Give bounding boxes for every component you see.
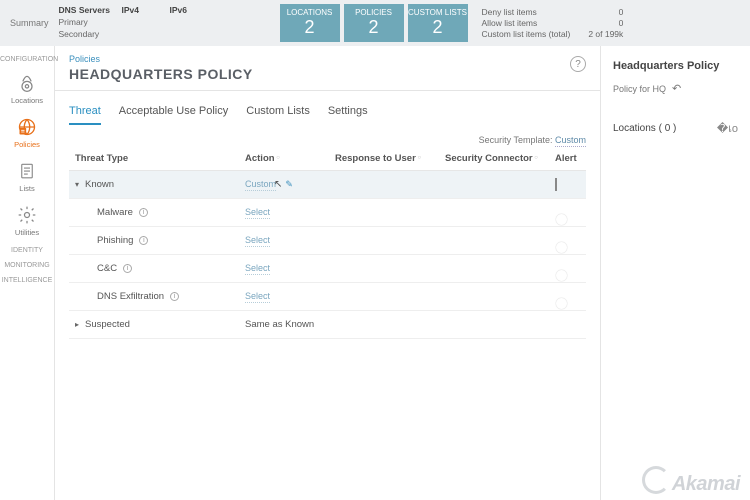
sidebar-section-intelligence: INTELLIGENCE <box>0 273 54 288</box>
deny-label: Deny list items <box>482 7 571 17</box>
metric-policies[interactable]: POLICIES 2 <box>344 4 404 42</box>
action-select[interactable]: Select <box>245 235 270 247</box>
help-icon[interactable]: ? <box>570 56 586 72</box>
metric-label: POLICIES <box>355 8 392 17</box>
metric-locations[interactable]: LOCATIONS 2 <box>280 4 340 42</box>
action-select[interactable]: Custom <box>245 179 276 191</box>
metric-value: 2 <box>433 17 443 38</box>
info-icon[interactable]: i <box>139 236 148 245</box>
col-action[interactable]: Action <box>245 153 335 164</box>
row-suspected[interactable]: ▸ Suspected Same as Known <box>69 311 586 339</box>
alert-checkbox[interactable] <box>555 178 557 191</box>
main: Policies HEADQUARTERS POLICY ? Threat Ac… <box>55 46 750 500</box>
gear-icon <box>17 205 37 225</box>
col-response[interactable]: Response to User <box>335 153 445 164</box>
page-title: HEADQUARTERS POLICY <box>69 66 586 82</box>
row-phishing: Phishing i Select <box>69 227 586 255</box>
metric-value: 2 <box>305 17 315 38</box>
ipv6-label: IPv6 <box>170 5 200 17</box>
rpanel-desc: Policy for HQ ↶ <box>613 82 738 95</box>
summary-bar: Summary DNS Servers IPv4 IPv6 Primary Se… <box>0 0 750 46</box>
primary-label: Primary <box>59 17 114 29</box>
action-select[interactable]: Select <box>245 263 270 275</box>
tab-threat[interactable]: Threat <box>69 105 101 125</box>
dns-servers-label: DNS Servers <box>59 5 114 17</box>
action-text: Same as Known <box>245 319 335 330</box>
link-icon[interactable]: �เo <box>717 119 738 137</box>
edit-icon[interactable]: ✎ <box>285 179 293 189</box>
table-header: Threat Type Action Response to User Secu… <box>69 145 586 171</box>
tab-custom-lists[interactable]: Custom Lists <box>246 105 310 125</box>
col-threat-type[interactable]: Threat Type <box>75 153 245 164</box>
ipv4-label: IPv4 <box>122 5 162 17</box>
brand-watermark: Akamai <box>642 466 740 496</box>
allow-value: 0 <box>588 18 623 28</box>
right-panel: Headquarters Policy Policy for HQ ↶ Loca… <box>600 46 750 500</box>
info-icon[interactable]: i <box>170 292 179 301</box>
row-label: Malware <box>97 207 133 218</box>
summary-label: Summary <box>10 18 49 28</box>
caret-right-icon[interactable]: ▸ <box>75 320 79 329</box>
lists-icon <box>17 161 37 181</box>
tab-settings[interactable]: Settings <box>328 105 368 125</box>
custom-value: 2 of 199k <box>588 29 623 39</box>
breadcrumb[interactable]: Policies <box>69 54 586 64</box>
row-label: Phishing <box>97 235 133 246</box>
row-cc: C&C i Select <box>69 255 586 283</box>
sidebar-item-label: Policies <box>14 140 40 149</box>
content: Policies HEADQUARTERS POLICY ? Threat Ac… <box>55 46 600 500</box>
sidebar: CONFIGURATION Locations Policies Lists U… <box>0 46 55 500</box>
row-label: Suspected <box>85 319 130 330</box>
col-connector[interactable]: Security Connector <box>445 153 555 164</box>
deny-value: 0 <box>588 7 623 17</box>
cursor-icon: ↖ <box>274 179 282 190</box>
sidebar-item-lists[interactable]: Lists <box>0 155 54 199</box>
sidebar-item-policies[interactable]: Policies <box>0 111 54 155</box>
metric-custom-lists[interactable]: CUSTOM LISTS 2 <box>408 4 468 42</box>
sidebar-item-locations[interactable]: Locations <box>0 67 54 111</box>
action-select[interactable]: Select <box>245 291 270 303</box>
sidebar-item-label: Utilities <box>15 228 39 237</box>
undo-icon[interactable]: ↶ <box>672 82 681 95</box>
rpanel-locations[interactable]: Locations ( 0 ) �เo <box>613 119 738 137</box>
sidebar-item-label: Locations <box>11 96 43 105</box>
metric-label: LOCATIONS <box>287 8 333 17</box>
security-template: Security Template: Custom <box>69 135 586 145</box>
dns-block: DNS Servers IPv4 IPv6 Primary Secondary <box>59 5 200 41</box>
row-label: C&C <box>97 263 117 274</box>
action-select[interactable]: Select <box>245 207 270 219</box>
sidebar-item-label: Lists <box>19 184 34 193</box>
tabs: Threat Acceptable Use Policy Custom List… <box>69 105 586 125</box>
rpanel-desc-text: Policy for HQ <box>613 84 666 94</box>
sidebar-section-monitoring: MONITORING <box>0 258 54 273</box>
info-icon[interactable]: i <box>139 208 148 217</box>
locations-icon <box>17 73 37 93</box>
info-icon[interactable]: i <box>123 264 132 273</box>
row-known[interactable]: ▾ Known Custom↖✎ <box>69 171 586 199</box>
metric-boxes: LOCATIONS 2 POLICIES 2 CUSTOM LISTS 2 <box>280 4 468 42</box>
allow-label: Allow list items <box>482 18 571 28</box>
col-alert[interactable]: Alert <box>555 153 615 164</box>
rpanel-title: Headquarters Policy <box>613 60 738 72</box>
row-malware: Malware i Select <box>69 199 586 227</box>
row-label: DNS Exfiltration <box>97 291 164 302</box>
policies-icon <box>17 117 37 137</box>
security-template-label: Security Template: <box>479 135 553 145</box>
custom-label: Custom list items (total) <box>482 29 571 39</box>
sidebar-item-utilities[interactable]: Utilities <box>0 199 54 243</box>
sidebar-section-configuration: CONFIGURATION <box>0 52 54 67</box>
metric-value: 2 <box>369 17 379 38</box>
metric-label: CUSTOM LISTS <box>408 8 467 17</box>
security-template-value[interactable]: Custom <box>555 135 586 147</box>
list-stats: Deny list items 0 Allow list items 0 Custo… <box>482 7 624 39</box>
secondary-label: Secondary <box>59 29 114 41</box>
tab-aup[interactable]: Acceptable Use Policy <box>119 105 228 125</box>
caret-down-icon[interactable]: ▾ <box>75 180 79 189</box>
sidebar-section-identity: IDENTITY <box>0 243 54 258</box>
rpanel-locations-label: Locations ( 0 ) <box>613 123 676 134</box>
row-dns-exfiltration: DNS Exfiltration i Select <box>69 283 586 311</box>
row-label: Known <box>85 179 114 190</box>
